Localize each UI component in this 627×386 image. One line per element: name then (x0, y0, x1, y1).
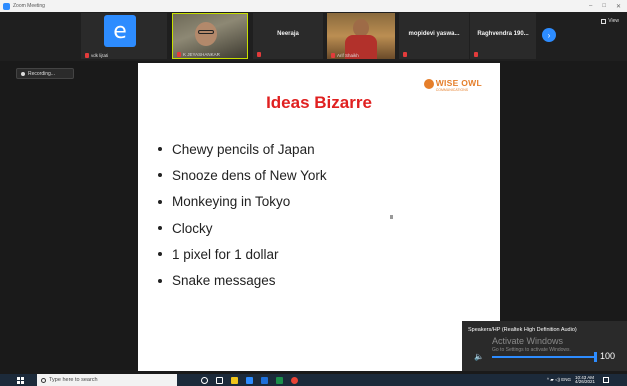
clock[interactable]: 10:43 AM 4/26/2021 (574, 375, 595, 385)
window-title: Zoom Meeting (13, 3, 45, 9)
mic-muted-icon (257, 52, 261, 57)
participant-strip: e vdk lijtati K JEYASHANKAR Neeraja Arif… (0, 12, 627, 61)
volume-popup: Speakers/HP (Realtek High Definition Aud… (462, 321, 627, 371)
participant-name: Raghvendra 190... (477, 31, 529, 37)
mouse-cursor-icon (390, 215, 393, 219)
next-participants-button[interactable]: › (542, 28, 556, 42)
activate-windows-subtitle: Go to Settings to activate Windows. (492, 347, 571, 353)
participant-tile-video[interactable]: Arif Shaikh (327, 13, 395, 59)
grid-view-icon (601, 18, 607, 24)
mic-muted-icon (331, 53, 335, 58)
bullet-text: Monkeying in Tokyo (172, 194, 291, 210)
bullet-text: Snake messages (172, 273, 276, 289)
bullet-text: Chewy pencils of Japan (172, 141, 315, 157)
volume-value: 100 (600, 351, 616, 361)
participant-name: K JEYASHANKAR (183, 52, 220, 57)
participant-name: Neeraja (277, 31, 299, 37)
recording-indicator[interactable]: Recording... (16, 68, 74, 79)
activate-windows-title: Activate Windows (492, 336, 564, 346)
close-button[interactable]: ✕ (616, 3, 621, 10)
participant-video-glasses (198, 30, 214, 34)
wise-owl-logo: WISE OWL COMMUNICATIONS (423, 78, 482, 92)
slide-title: Ideas Bizarre (266, 93, 372, 112)
windows-taskbar: Type here to search ^ ▰ ◁) ENG 10:43 AM … (0, 374, 627, 386)
view-label: View (608, 18, 619, 24)
participant-tile[interactable]: e vdk lijtati (81, 13, 167, 59)
cortana-icon[interactable] (201, 376, 208, 384)
chrome-icon[interactable] (291, 376, 298, 384)
owl-logo-icon (423, 79, 434, 89)
avatar: e (104, 15, 136, 47)
bullet-list: Chewy pencils of Japan Snooze dens of Ne… (158, 136, 327, 294)
participant-tile[interactable]: Neeraja (253, 13, 323, 59)
file-explorer-icon[interactable] (231, 376, 238, 384)
mic-muted-icon (85, 53, 89, 58)
participant-name: vdk lijtati (91, 53, 109, 58)
bullet-item: Chewy pencils of Japan (158, 136, 327, 162)
logo-subtext: COMMUNICATIONS (435, 88, 469, 92)
volume-slider-thumb[interactable] (594, 352, 597, 362)
taskbar-search-box[interactable]: Type here to search (37, 374, 177, 386)
mic-muted-icon (474, 52, 478, 57)
excel-icon[interactable] (276, 376, 283, 384)
zoom-window: Zoom Meeting – □ ✕ e vdk lijtati K JEYAS… (0, 0, 627, 386)
bullet-icon (158, 147, 162, 152)
bullet-item: Monkeying in Tokyo (158, 189, 327, 215)
bullet-icon (158, 226, 162, 231)
bullet-icon (158, 173, 162, 178)
bullet-item: Snake messages (158, 267, 327, 293)
audio-device-label: Speakers/HP (Realtek High Definition Aud… (468, 327, 577, 333)
participant-name: mopidevi yaswa... (408, 31, 460, 37)
shared-screen-slide: WISE OWL COMMUNICATIONS Ideas Bizarre Ch… (138, 63, 500, 371)
recording-label: Recording... (28, 70, 55, 77)
task-view-icon[interactable] (216, 376, 223, 384)
search-placeholder: Type here to search (49, 377, 98, 383)
bullet-icon (158, 278, 162, 283)
bullet-icon (158, 252, 162, 257)
recording-dot-icon (21, 71, 25, 76)
bullet-icon (158, 199, 162, 204)
zoom-app-icon (3, 2, 10, 10)
mail-icon[interactable] (246, 376, 253, 384)
bullet-text: Snooze dens of New York (172, 167, 327, 183)
bullet-item: Clocky (158, 215, 327, 241)
speaker-icon[interactable]: 🔈 (474, 352, 484, 361)
bullet-item: 1 pixel for 1 dollar (158, 241, 327, 267)
participant-name: Arif Shaikh (337, 53, 359, 58)
participant-tile[interactable]: Raghvendra 190... (470, 13, 536, 59)
participant-video-face (195, 22, 217, 46)
clock-date: 4/26/2021 (574, 379, 595, 384)
participant-tile-video[interactable]: K JEYASHANKAR (172, 13, 248, 59)
volume-slider[interactable] (492, 352, 597, 362)
notification-icon[interactable] (603, 377, 609, 383)
title-bar: Zoom Meeting – □ ✕ (0, 0, 627, 12)
zoom-taskbar-icon[interactable] (261, 376, 268, 384)
tray-icons[interactable]: ^ ▰ ◁) ENG (547, 377, 571, 383)
windows-start-icon[interactable] (17, 376, 24, 384)
search-icon (41, 377, 46, 383)
minimize-button[interactable]: – (589, 3, 592, 10)
bullet-text: 1 pixel for 1 dollar (172, 246, 279, 262)
maximize-button[interactable]: □ (602, 3, 606, 10)
mic-muted-icon (403, 52, 407, 57)
view-button[interactable]: View (601, 18, 619, 24)
system-tray: ^ ▰ ◁) ENG 10:43 AM 4/26/2021 (547, 375, 609, 385)
bullet-text: Clocky (172, 220, 213, 236)
participant-tile[interactable]: mopidevi yaswa... (399, 13, 469, 59)
mic-muted-icon (177, 52, 181, 57)
volume-slider-fill (492, 356, 596, 358)
logo-text: WISE OWL (435, 78, 482, 88)
bullet-item: Snooze dens of New York (158, 162, 327, 188)
